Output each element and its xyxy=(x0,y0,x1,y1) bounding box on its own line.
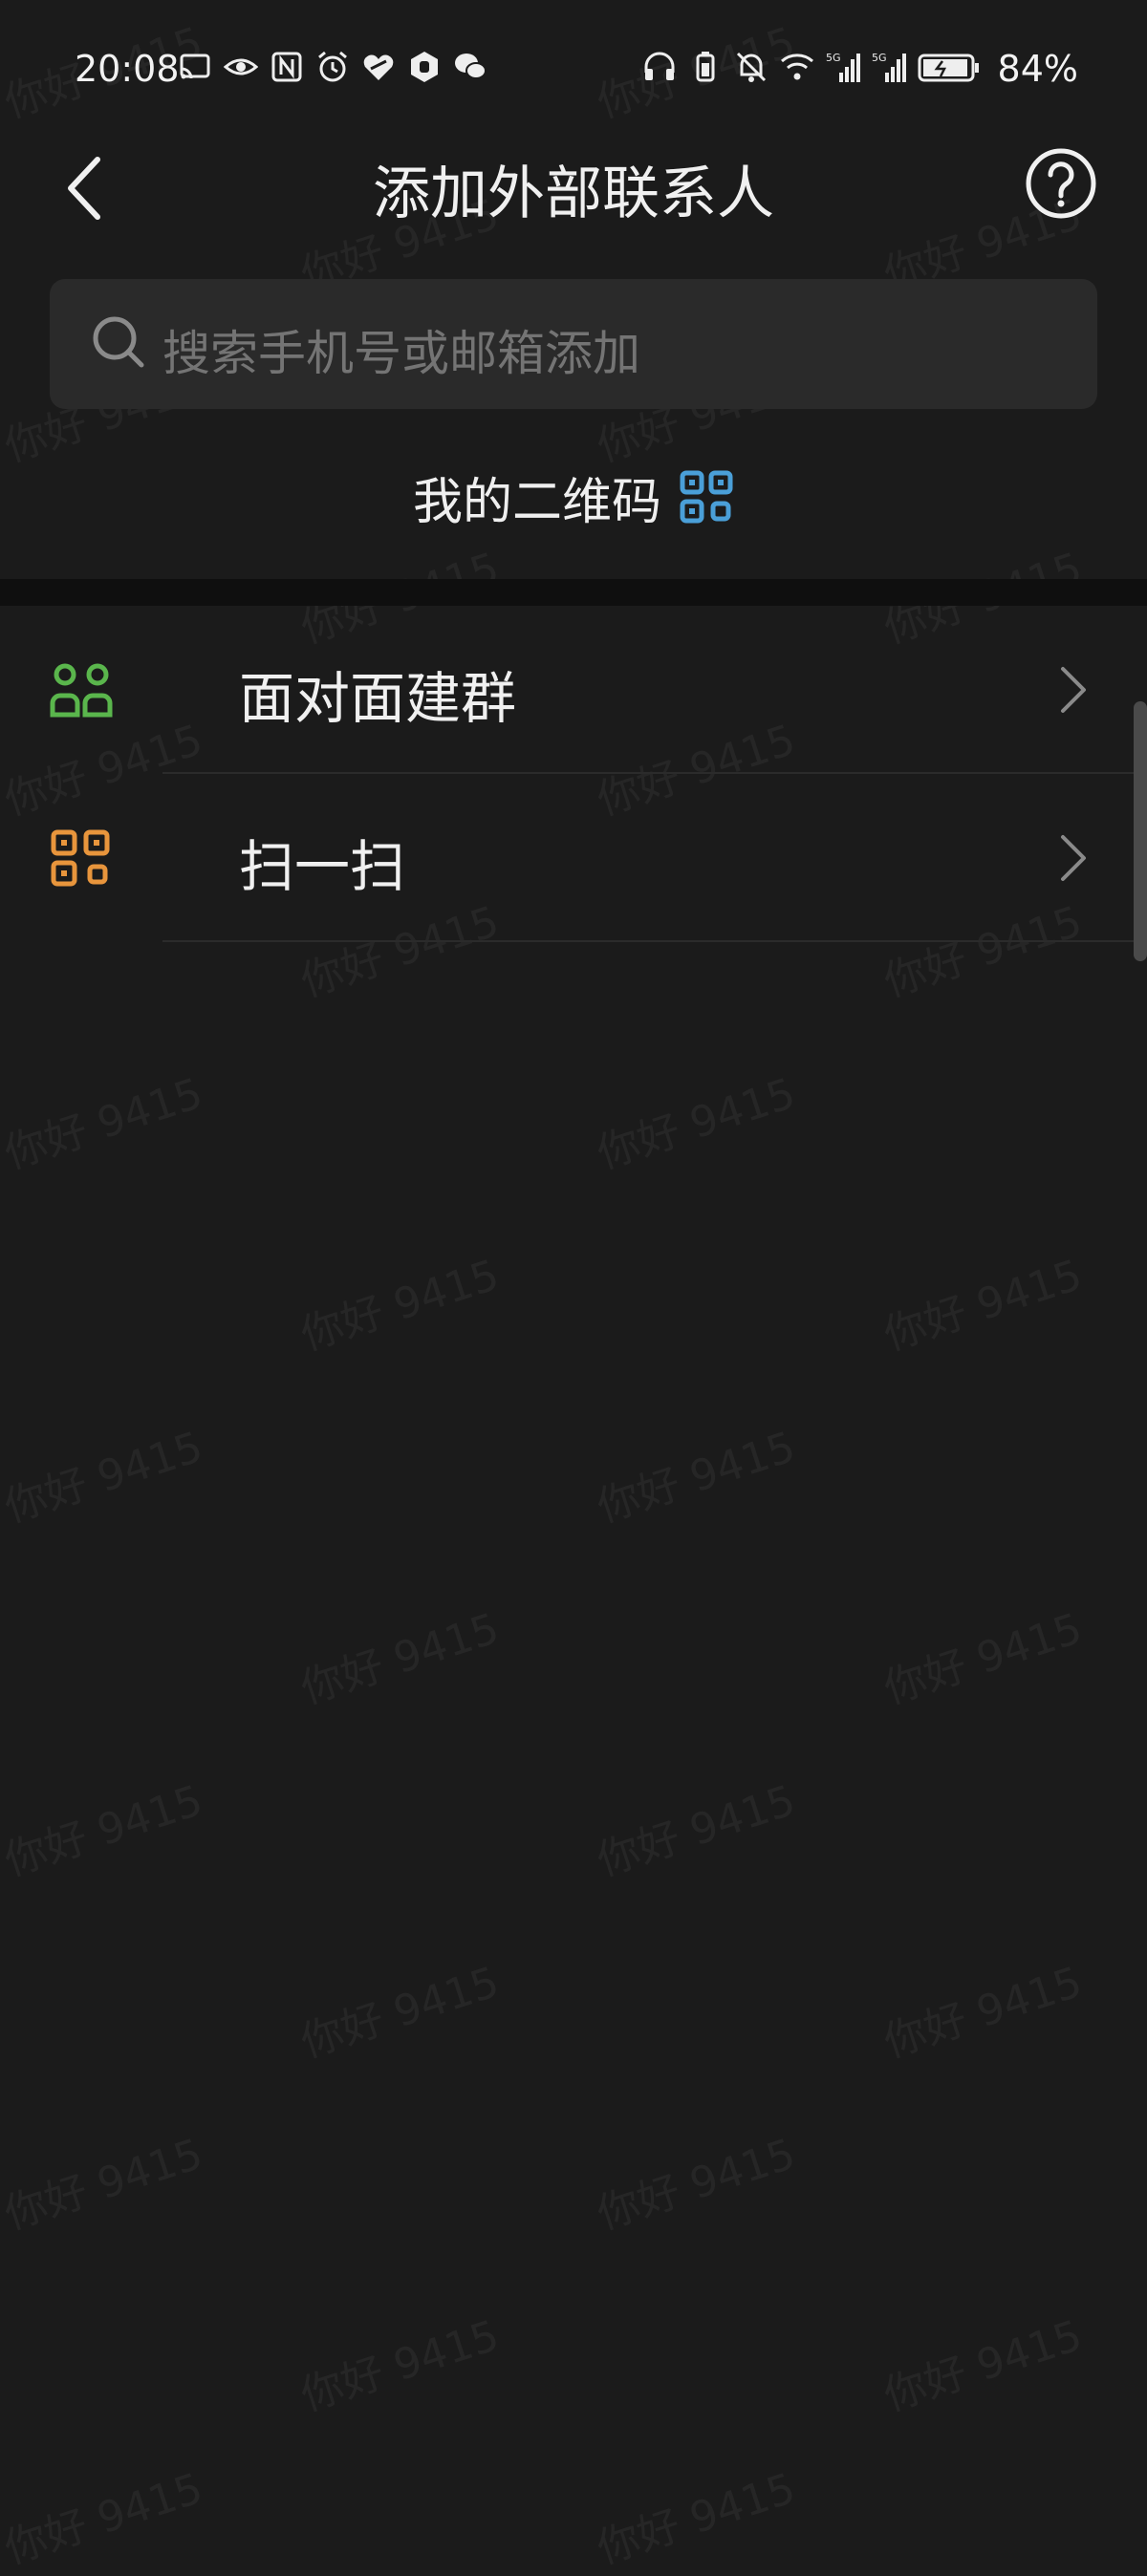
watermark: 你好 9415 xyxy=(591,2129,802,2240)
search-icon xyxy=(93,316,144,368)
watermark: 你好 9415 xyxy=(0,1068,209,1179)
scan-icon xyxy=(51,829,110,887)
cast-icon xyxy=(178,50,212,84)
watermark: 你好 9415 xyxy=(0,2129,209,2240)
my-qr-code-link[interactable]: 我的二维码 xyxy=(0,459,1147,535)
watermark: 你好 9415 xyxy=(877,1250,1089,1361)
list-item-scan[interactable]: 扫一扫 xyxy=(0,774,1147,942)
chevron-right-icon xyxy=(1061,667,1086,713)
list-item-face-to-face-group[interactable]: 面对面建群 xyxy=(0,606,1147,774)
watermark: 你好 9415 xyxy=(0,2463,209,2574)
page-title: 添加外部联系人 xyxy=(373,161,774,227)
help-button[interactable] xyxy=(1025,147,1097,220)
eye-icon xyxy=(224,50,258,84)
group-icon xyxy=(50,663,113,718)
status-right-icons: 5G 5G xyxy=(642,50,981,84)
hand-icon xyxy=(407,50,442,84)
battery-small-icon xyxy=(688,50,723,84)
watermark: 你好 9415 xyxy=(0,1422,209,1533)
options-list: 面对面建群 扫一扫 xyxy=(0,606,1147,942)
watermark: 你好 9415 xyxy=(591,2463,802,2574)
chevron-right-icon xyxy=(1061,835,1086,881)
battery-icon xyxy=(918,50,981,84)
scrollbar[interactable] xyxy=(1134,701,1147,961)
watermark: 你好 9415 xyxy=(294,1603,506,1714)
search-input[interactable]: 搜索手机号或邮箱添加 xyxy=(50,279,1097,409)
status-time: 20:08 xyxy=(75,48,180,90)
list-item-label: 扫一扫 xyxy=(239,834,406,899)
headphones-icon xyxy=(642,50,677,84)
wechat-icon xyxy=(453,50,487,84)
watermark: 你好 9415 xyxy=(877,1957,1089,2068)
signal-5g-icon: 5G xyxy=(826,50,860,84)
nfc-icon xyxy=(270,50,304,84)
status-left-icons xyxy=(178,50,487,84)
wifi-icon xyxy=(780,50,814,84)
watermark: 你好 9415 xyxy=(591,1775,802,1886)
alarm-icon xyxy=(315,50,350,84)
signal-5g-icon-2: 5G xyxy=(872,50,906,84)
my-qr-code-label: 我的二维码 xyxy=(412,473,661,531)
watermark: 你好 9415 xyxy=(294,2310,506,2421)
watermark: 你好 9415 xyxy=(591,1068,802,1179)
status-bar: 20:08 5G 5G 84% xyxy=(0,0,1147,134)
battery-percentage: 84% xyxy=(997,48,1078,90)
watermark: 你好 9415 xyxy=(0,1775,209,1886)
watermark: 你好 9415 xyxy=(877,2310,1089,2421)
watermark: 你好 9415 xyxy=(294,1957,506,2068)
watermark: 你好 9415 xyxy=(294,1250,506,1361)
watermark: 你好 9415 xyxy=(591,1422,802,1533)
navigation-header: 添加外部联系人 xyxy=(0,134,1147,239)
watermark: 你好 9415 xyxy=(877,1603,1089,1714)
heart-icon xyxy=(361,50,396,84)
svg-text:5G: 5G xyxy=(872,52,887,64)
section-divider xyxy=(0,579,1147,606)
question-circle-icon xyxy=(1026,148,1096,219)
list-item-label: 面对面建群 xyxy=(239,666,517,731)
svg-text:5G: 5G xyxy=(826,52,841,64)
bell-muted-icon xyxy=(734,50,768,84)
qr-code-icon xyxy=(680,470,733,524)
divider xyxy=(162,940,1147,942)
search-placeholder: 搜索手机号或邮箱添加 xyxy=(162,326,640,381)
